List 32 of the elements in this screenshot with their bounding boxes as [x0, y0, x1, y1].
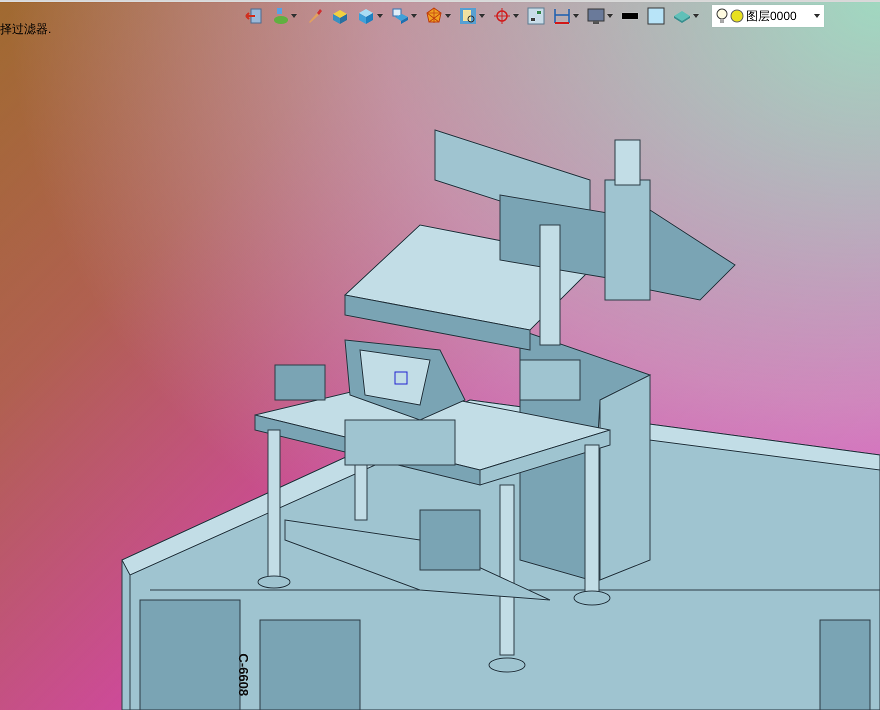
caret-icon [693, 14, 699, 18]
monitor-icon [587, 7, 605, 25]
dimension-icon [553, 7, 571, 25]
toolbar-button[interactable] [390, 6, 418, 26]
caret-icon [814, 14, 820, 18]
toolbar-button[interactable] [586, 6, 614, 26]
toolbar-button[interactable] [356, 6, 384, 26]
lightbulb-icon [716, 8, 728, 24]
toolbar-button[interactable] [526, 6, 546, 26]
exit-icon [245, 7, 263, 25]
color-swatch-icon [647, 7, 665, 25]
caret-icon [607, 14, 613, 18]
polygon-icon [425, 7, 443, 25]
caret-icon [377, 14, 383, 18]
caret-icon [291, 14, 297, 18]
box-icon [331, 7, 349, 25]
caret-icon [513, 14, 519, 18]
caret-icon [479, 14, 485, 18]
layer-dropdown[interactable]: 图层0000 [712, 5, 824, 27]
caret-icon [573, 14, 579, 18]
box-icon [357, 7, 375, 25]
toolbar-button[interactable] [458, 6, 486, 26]
caret-icon [411, 14, 417, 18]
zoom-icon [459, 7, 477, 25]
window-icon [527, 7, 545, 25]
model-label: C-6608 [235, 653, 252, 696]
caret-icon [445, 14, 451, 18]
sun-icon [730, 9, 744, 23]
status-text: 择过滤器. [0, 23, 52, 35]
crosshair-icon [493, 7, 511, 25]
box-icon [391, 7, 409, 25]
toolbar-button[interactable] [646, 6, 666, 26]
